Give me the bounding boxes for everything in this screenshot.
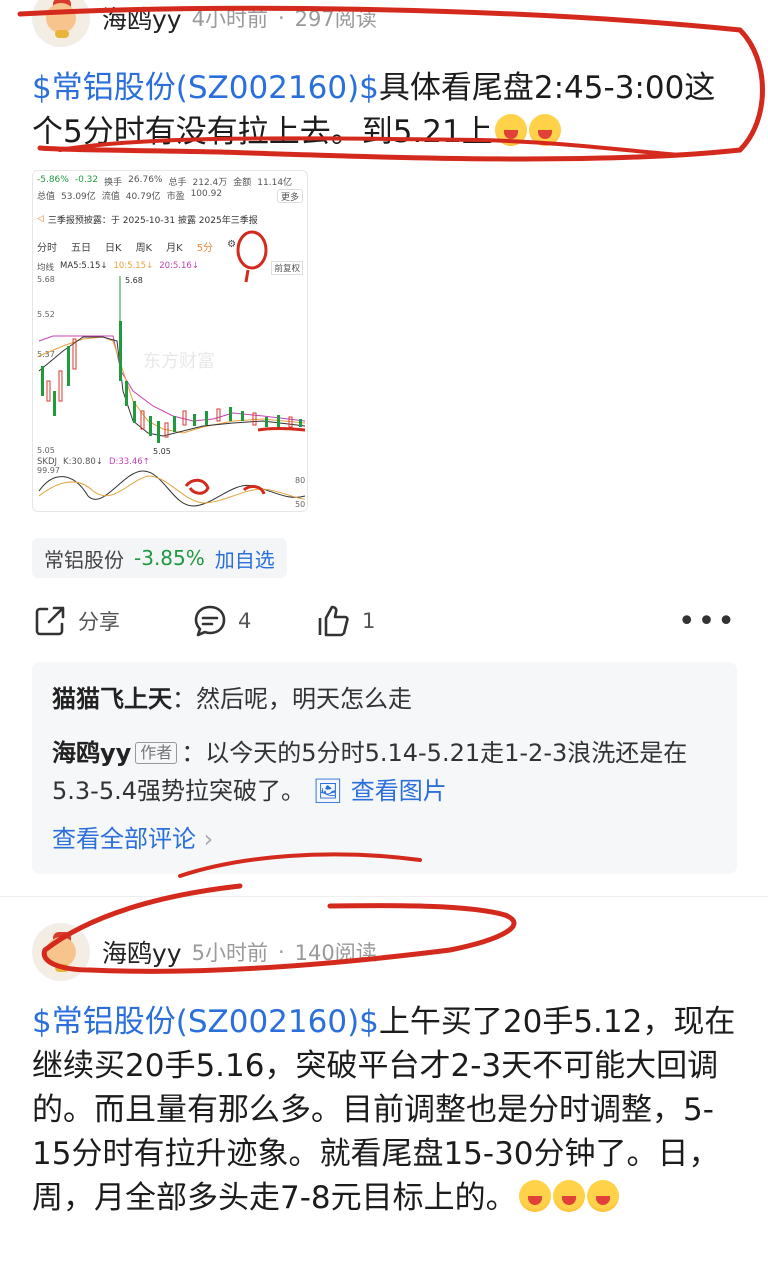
emoji-icon	[552, 1180, 585, 1212]
comment-button[interactable]: 4	[192, 603, 316, 639]
stock-chip-change: -3.85%	[134, 546, 205, 570]
low-marker: 5.05	[153, 447, 171, 456]
post-body: $常铝股份(SZ002160)$具体看尾盘2:45-3:00这个5分时有没有拉上…	[32, 66, 737, 154]
share-label: 分享	[78, 610, 120, 634]
commenter-name[interactable]: 海鸥yy	[52, 739, 131, 767]
avatar[interactable]	[32, 923, 90, 981]
kdj-80: 80	[295, 476, 305, 485]
commenter-name[interactable]: 猫猫飞上天	[52, 685, 172, 713]
like-button[interactable]: 1	[316, 603, 416, 639]
image-icon: 🖼	[312, 777, 344, 805]
more-options-icon[interactable]: •••	[678, 604, 737, 639]
read-count: 297阅读	[294, 7, 377, 31]
post-divider	[0, 896, 768, 897]
comment-item: 海鸥yy 作者 ：以今天的5分时5.14-5.21走1-2-3浪洗还是在5.3-5.…	[52, 734, 717, 810]
y-tick: 5.05	[37, 446, 55, 455]
chart-screenshot[interactable]: -5.86% -0.32 换手 26.76% 总手 212.4万 金额 11.1…	[32, 170, 308, 512]
add-watchlist-button[interactable]: 加自选	[215, 544, 275, 573]
y-tick: 5.68	[37, 275, 55, 284]
stock-link[interactable]: $常铝股份(SZ002160)$	[32, 70, 379, 106]
emoji-icon	[494, 114, 527, 146]
share-button[interactable]: 分享	[32, 603, 192, 639]
view-all-comments-link[interactable]: 查看全部评论 ›	[52, 820, 717, 858]
action-bar: 分享 4 1 •••	[32, 596, 737, 646]
post-body: $常铝股份(SZ002160)$上午买了20手5.12，现在继续买20手5.16…	[32, 1000, 737, 1220]
y-tick: 5.52	[37, 310, 55, 319]
kdj-labels: SKDJ K:30.80↓ D:33.46↑	[37, 457, 150, 467]
chevron-right-icon: ›	[203, 825, 214, 853]
post-time: 4小时前	[191, 7, 268, 31]
view-image-link[interactable]: 🖼 查看图片	[313, 777, 447, 805]
emoji-icon	[518, 1180, 551, 1212]
thumbs-up-icon	[318, 605, 349, 637]
stock-chip-name: 常铝股份	[44, 547, 124, 572]
author-badge: 作者	[135, 742, 178, 764]
avatar[interactable]	[32, 0, 90, 47]
like-count: 1	[362, 609, 376, 633]
watermark: 东方财富	[143, 351, 215, 372]
stock-link[interactable]: $常铝股份(SZ002160)$	[32, 1004, 379, 1040]
y-tick: 5.37	[37, 350, 55, 359]
comment-item: 猫猫飞上天：然后呢，明天怎么走	[52, 680, 717, 718]
comment-count: 4	[238, 609, 252, 633]
author-name[interactable]: 海鸥yy	[102, 0, 182, 36]
kdj-50: 50	[295, 500, 305, 509]
high-marker: 5.68	[125, 276, 143, 285]
post-time: 5小时前	[191, 941, 268, 965]
stock-chip[interactable]: 常铝股份 -3.85% 加自选	[32, 538, 287, 578]
emoji-icon	[586, 1180, 619, 1212]
comment-icon	[194, 605, 226, 637]
comment-preview[interactable]: 猫猫飞上天：然后呢，明天怎么走 海鸥yy 作者 ：以今天的5分时5.14-5.21走…	[32, 662, 737, 874]
comment-text: ：然后呢，明天怎么走	[172, 685, 412, 713]
kdj-top: 99.97	[37, 466, 60, 475]
author-name[interactable]: 海鸥yy	[102, 934, 182, 970]
post-header: 海鸥yy 5小时前 · 140阅读	[32, 922, 377, 982]
emoji-icon	[528, 114, 561, 146]
post-header: 海鸥yy 4小时前 · 297阅读	[32, 0, 377, 48]
share-icon	[35, 606, 65, 636]
read-count: 140阅读	[294, 941, 377, 965]
